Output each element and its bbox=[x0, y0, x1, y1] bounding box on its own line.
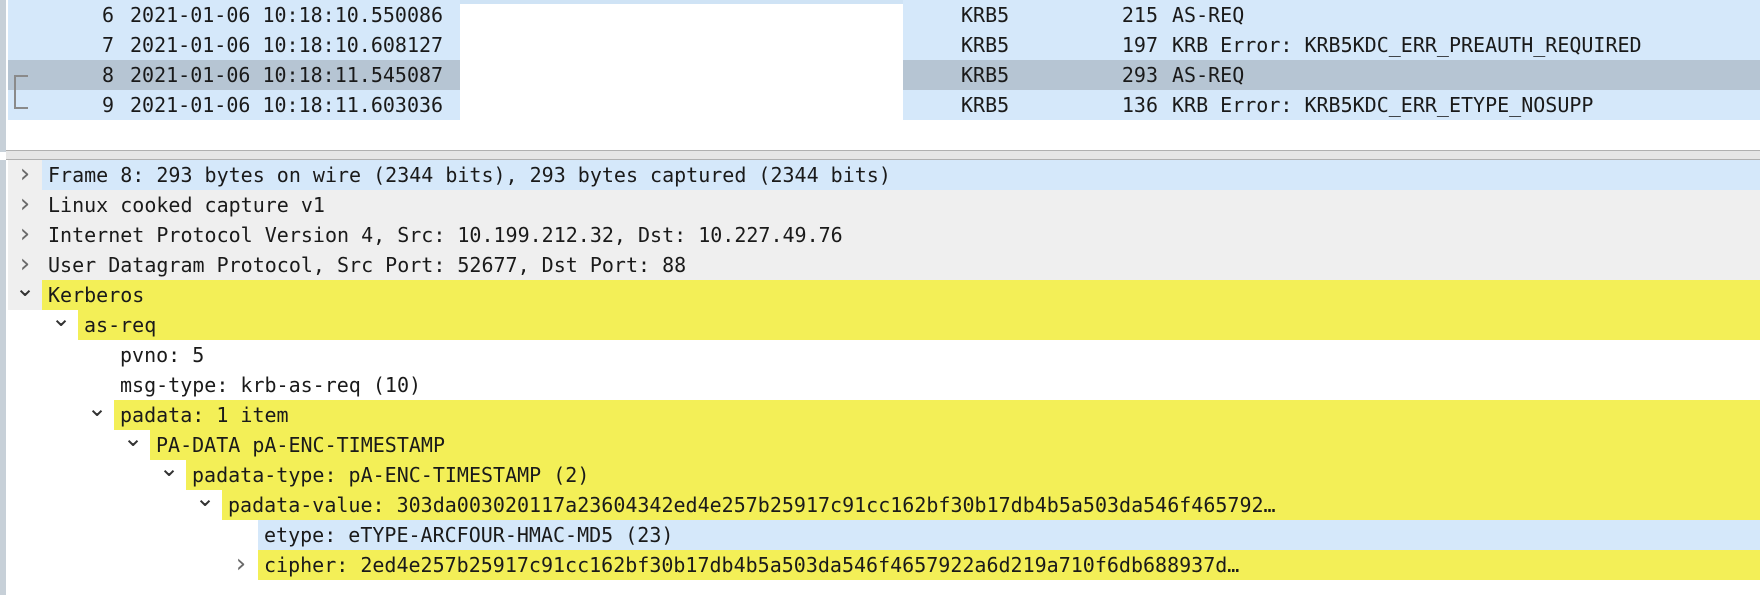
chevron-down-icon[interactable] bbox=[122, 430, 144, 460]
tree-row-highlight bbox=[42, 280, 1760, 310]
packet-number: 7 bbox=[101, 33, 114, 57]
packet-length: 136 bbox=[1121, 93, 1158, 117]
chevron-down-icon[interactable] bbox=[14, 280, 36, 310]
tree-row[interactable]: User Datagram Protocol, Src Port: 52677,… bbox=[8, 250, 1760, 280]
tree-row[interactable]: padata-value: 303da003020117a23604342ed4… bbox=[8, 490, 1760, 520]
packet-protocol: KRB5 bbox=[961, 33, 1010, 57]
tree-row-label: Linux cooked capture v1 bbox=[48, 193, 325, 217]
tree-row-highlight bbox=[114, 400, 1760, 430]
packet-time: 2021-01-06 10:18:10.550086 bbox=[130, 3, 444, 27]
tree-row-label: padata-value: 303da003020117a23604342ed4… bbox=[228, 493, 1276, 517]
tree-row[interactable]: PA-DATA pA-ENC-TIMESTAMP bbox=[8, 430, 1760, 460]
packet-details-pane[interactable]: Frame 8: 293 bytes on wire (2344 bits), … bbox=[0, 160, 1760, 595]
packet-time: 2021-01-06 10:18:11.603036 bbox=[130, 93, 444, 117]
window-left-edge bbox=[0, 160, 6, 595]
packet-info: AS-REQ bbox=[1172, 63, 1245, 87]
tree-row-label: PA-DATA pA-ENC-TIMESTAMP bbox=[156, 433, 445, 457]
packet-info: AS-REQ bbox=[1172, 3, 1245, 27]
pane-splitter[interactable] bbox=[6, 150, 1760, 160]
packet-number: 6 bbox=[101, 3, 114, 27]
window-left-edge bbox=[0, 0, 6, 152]
tree-row-label: etype: eTYPE-ARCFOUR-HMAC-MD5 (23) bbox=[264, 523, 674, 547]
tree-row[interactable]: Linux cooked capture v1 bbox=[8, 190, 1760, 220]
tree-row[interactable]: Frame 8: 293 bytes on wire (2344 bits), … bbox=[8, 160, 1760, 190]
row-bg bbox=[903, 0, 1760, 30]
tree-row-label: User Datagram Protocol, Src Port: 52677,… bbox=[48, 253, 687, 277]
tree-row-label: cipher: 2ed4e257b25917c91cc162bf30b17db4… bbox=[264, 553, 1240, 577]
packet-row-8-selected[interactable]: 8 2021-01-06 10:18:11.545087 KRB5 293 AS… bbox=[8, 60, 1760, 90]
row-bg bbox=[903, 60, 1760, 90]
tree-row[interactable]: msg-type: krb-as-req (10) bbox=[8, 370, 1760, 400]
tree-row-highlight bbox=[114, 340, 1760, 370]
chevron-down-icon[interactable] bbox=[158, 460, 180, 490]
tree-row-label: as-req bbox=[84, 313, 157, 337]
chevron-right-icon[interactable] bbox=[230, 550, 252, 580]
tree-row-label: msg-type: krb-as-req (10) bbox=[120, 373, 422, 397]
chevron-down-icon[interactable] bbox=[50, 310, 72, 340]
packet-length: 215 bbox=[1121, 3, 1158, 27]
packet-length: 293 bbox=[1121, 63, 1158, 87]
packet-protocol: KRB5 bbox=[961, 3, 1010, 27]
packet-row-9[interactable]: 9 2021-01-06 10:18:11.603036 KRB5 136 KR… bbox=[8, 90, 1760, 120]
packet-row-7[interactable]: 7 2021-01-06 10:18:10.608127 KRB5 197 KR… bbox=[8, 30, 1760, 60]
tree-row[interactable]: Kerberos bbox=[8, 280, 1760, 310]
tree-row-label: Frame 8: 293 bytes on wire (2344 bits), … bbox=[48, 163, 891, 187]
packet-length: 197 bbox=[1121, 33, 1158, 57]
tree-row[interactable]: etype: eTYPE-ARCFOUR-HMAC-MD5 (23) bbox=[8, 520, 1760, 550]
tree-row[interactable]: cipher: 2ed4e257b25917c91cc162bf30b17db4… bbox=[8, 550, 1760, 580]
packet-row-6[interactable]: 6 2021-01-06 10:18:10.550086 KRB5 215 AS… bbox=[8, 0, 1760, 30]
packet-info: KRB Error: KRB5KDC_ERR_PREAUTH_REQUIRED bbox=[1172, 33, 1642, 57]
chevron-down-icon[interactable] bbox=[194, 490, 216, 520]
packet-info: KRB Error: KRB5KDC_ERR_ETYPE_NOSUPP bbox=[1172, 93, 1594, 117]
packet-protocol: KRB5 bbox=[961, 93, 1010, 117]
packet-time: 2021-01-06 10:18:11.545087 bbox=[130, 63, 444, 87]
tree-row-highlight bbox=[78, 310, 1760, 340]
tree-row[interactable]: pvno: 5 bbox=[8, 340, 1760, 370]
tree-row-label: Internet Protocol Version 4, Src: 10.199… bbox=[48, 223, 843, 247]
packet-time: 2021-01-06 10:18:10.608127 bbox=[130, 33, 444, 57]
chevron-right-icon[interactable] bbox=[14, 190, 36, 220]
packet-protocol: KRB5 bbox=[961, 63, 1010, 87]
chevron-down-icon[interactable] bbox=[86, 400, 108, 430]
chevron-right-icon[interactable] bbox=[14, 160, 36, 190]
tree-row-label: padata-type: pA-ENC-TIMESTAMP (2) bbox=[192, 463, 590, 487]
tree-row[interactable]: as-req bbox=[8, 310, 1760, 340]
conversation-bracket-icon bbox=[14, 75, 28, 109]
tree-row[interactable]: Internet Protocol Version 4, Src: 10.199… bbox=[8, 220, 1760, 250]
packet-list-pane[interactable]: 6 2021-01-06 10:18:10.550086 KRB5 215 AS… bbox=[0, 0, 1760, 160]
tree-row[interactable]: padata-type: pA-ENC-TIMESTAMP (2) bbox=[8, 460, 1760, 490]
tree-row-label: padata: 1 item bbox=[120, 403, 289, 427]
tree-row[interactable]: padata: 1 item bbox=[8, 400, 1760, 430]
tree-row-label: pvno: 5 bbox=[120, 343, 205, 367]
chevron-right-icon[interactable] bbox=[14, 220, 36, 250]
